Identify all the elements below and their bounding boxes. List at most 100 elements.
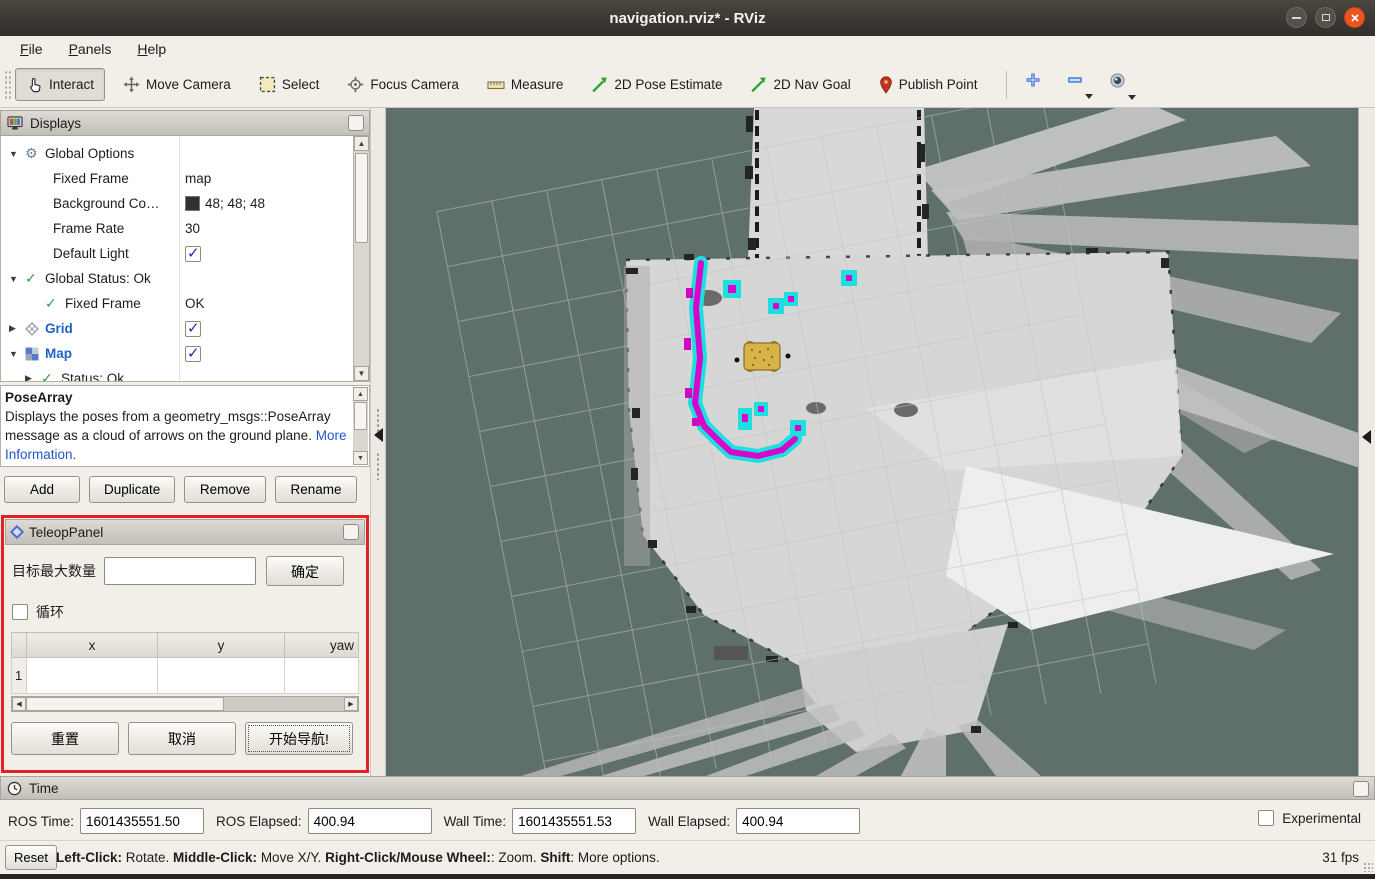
help-middle-click: Middle-Click: [173,850,257,865]
chevron-expanded-icon[interactable]: ▼ [9,349,25,359]
menu-help[interactable]: Help [125,38,178,60]
reset-view-button[interactable]: Reset [5,845,57,870]
wall-time-input[interactable] [512,808,636,834]
waypoint-table[interactable]: x y yaw 1 [11,632,359,694]
max-goal-input[interactable] [104,557,256,585]
tree-row-default-light[interactable]: Default Light [1,241,369,266]
map-enabled-checkbox[interactable] [185,346,201,362]
close-button[interactable] [1344,7,1365,28]
chevron-expanded-icon[interactable]: ▼ [9,149,25,159]
displays-tree[interactable]: ▼ ⚙ Global Options Fixed Frame map Backg… [0,136,370,382]
toolbar-grip[interactable] [4,70,11,100]
teleop-panel-header[interactable]: TeleopPanel [5,519,365,545]
start-navigation-button[interactable]: 开始导航! [245,722,353,755]
displays-hide-button[interactable] [348,115,364,131]
tree-row-fixed-frame[interactable]: Fixed Frame map [1,166,369,191]
column-header-x[interactable]: x [27,633,158,658]
color-swatch[interactable] [185,196,200,211]
duplicate-display-button[interactable]: Duplicate [89,476,175,503]
scrollbar-thumb[interactable] [355,153,368,243]
chevron-collapsed-icon[interactable]: ▶ [25,373,41,382]
default-light-checkbox[interactable] [185,246,201,262]
status-bar: Reset Left-Click: Rotate. Middle-Click: … [0,840,1375,874]
ros-time-input[interactable] [80,808,204,834]
table-horizontal-scrollbar[interactable]: ◀ ▶ [11,696,359,712]
remove-tool-button[interactable] [1059,68,1091,101]
add-display-button[interactable]: Add [4,476,80,503]
frame-rate-value[interactable]: 30 [185,221,200,236]
scroll-down-arrow-icon[interactable]: ▼ [353,451,368,465]
scroll-up-arrow-icon[interactable]: ▲ [354,136,369,151]
panel-diamond-icon [10,525,24,539]
publish-point-tool-button[interactable]: Publish Point [869,69,988,101]
row-index: 1 [12,658,27,694]
tree-row-global-options[interactable]: ▼ ⚙ Global Options [1,141,369,166]
tree-row-fixed-frame-status[interactable]: ✓ Fixed Frame OK [1,291,369,316]
chevron-down-icon[interactable] [1128,95,1136,100]
tree-row-map-status[interactable]: ▶ ✓ Status: Ok [1,366,369,382]
column-header-y[interactable]: y [158,633,285,658]
measure-tool-button[interactable]: Measure [477,70,574,99]
tree-row-map[interactable]: ▼ Map [1,341,369,366]
interact-tool-button[interactable]: Interact [15,68,105,101]
remove-display-button[interactable]: Remove [184,476,266,503]
scrollbar-thumb[interactable] [26,697,224,711]
scroll-down-arrow-icon[interactable]: ▼ [354,366,369,381]
chevron-expanded-icon[interactable]: ▼ [9,274,25,284]
reset-waypoints-button[interactable]: 重置 [11,722,119,755]
move-camera-tool-label: Move Camera [146,77,231,92]
collapse-left-arrow-icon[interactable] [374,428,383,442]
move-camera-tool-button[interactable]: Move Camera [113,69,241,100]
render-viewport[interactable] [386,108,1358,776]
right-panel-collapse-strip[interactable] [1358,108,1375,776]
tool-visibility-button[interactable] [1101,68,1134,102]
collapse-left-arrow-icon[interactable] [1362,430,1371,444]
grid-enabled-checkbox[interactable] [185,321,201,337]
menu-panels[interactable]: Panels [57,38,124,60]
waypoint-row[interactable]: 1 [12,658,359,694]
wall-elapsed-input[interactable] [736,808,860,834]
tree-row-grid[interactable]: ▶ Grid [1,316,369,341]
chevron-collapsed-icon[interactable]: ▶ [9,323,25,334]
chevron-down-icon[interactable] [1085,94,1093,99]
time-panel-header[interactable]: Time [0,776,1375,800]
cell-yaw[interactable] [285,658,359,694]
minimize-button[interactable] [1286,7,1307,28]
add-tool-button[interactable] [1017,68,1049,101]
select-tool-button[interactable]: Select [249,69,330,100]
time-hide-button[interactable] [1353,781,1369,797]
resize-grip[interactable] [1363,862,1373,872]
teleop-hide-button[interactable] [343,524,359,540]
cell-x[interactable] [27,658,158,694]
focus-camera-tool-button[interactable]: Focus Camera [337,69,469,100]
menu-file[interactable]: File [8,38,55,60]
column-header-yaw[interactable]: yaw [285,633,359,658]
panel-splitter[interactable] [370,108,386,776]
maximize-button[interactable] [1315,7,1336,28]
confirm-button[interactable]: 确定 [266,556,344,586]
loop-checkbox[interactable] [12,604,28,620]
status-ok-check-icon: ✓ [41,370,61,382]
tree-row-background-color[interactable]: Background Co… 48; 48; 48 [1,191,369,216]
scroll-right-arrow-icon[interactable]: ▶ [344,697,358,711]
cancel-button[interactable]: 取消 [128,722,236,755]
tree-row-frame-rate[interactable]: Frame Rate 30 [1,216,369,241]
fixed-frame-value[interactable]: map [185,171,211,186]
measure-tool-label: Measure [511,77,564,92]
experimental-checkbox[interactable] [1258,810,1274,826]
displays-panel-header[interactable]: Displays [0,110,370,136]
description-scrollbar[interactable]: ▲ ▼ [353,387,368,465]
tree-row-global-status[interactable]: ▼ ✓ Global Status: Ok [1,266,369,291]
scroll-up-arrow-icon[interactable]: ▲ [353,387,368,401]
displays-tree-scrollbar[interactable]: ▲ ▼ [353,136,369,381]
title-bar[interactable]: navigation.rviz* - RViz [0,0,1375,36]
gear-icon: ⚙ [25,145,45,162]
rename-display-button[interactable]: Rename [275,476,357,503]
nav-goal-tool-button[interactable]: 2D Nav Goal [740,69,860,100]
scroll-left-arrow-icon[interactable]: ◀ [12,697,26,711]
pose-estimate-tool-button[interactable]: 2D Pose Estimate [581,69,732,100]
scrollbar-thumb[interactable] [354,402,367,430]
background-color-value[interactable]: 48; 48; 48 [205,196,265,211]
cell-y[interactable] [158,658,285,694]
ros-elapsed-input[interactable] [308,808,432,834]
